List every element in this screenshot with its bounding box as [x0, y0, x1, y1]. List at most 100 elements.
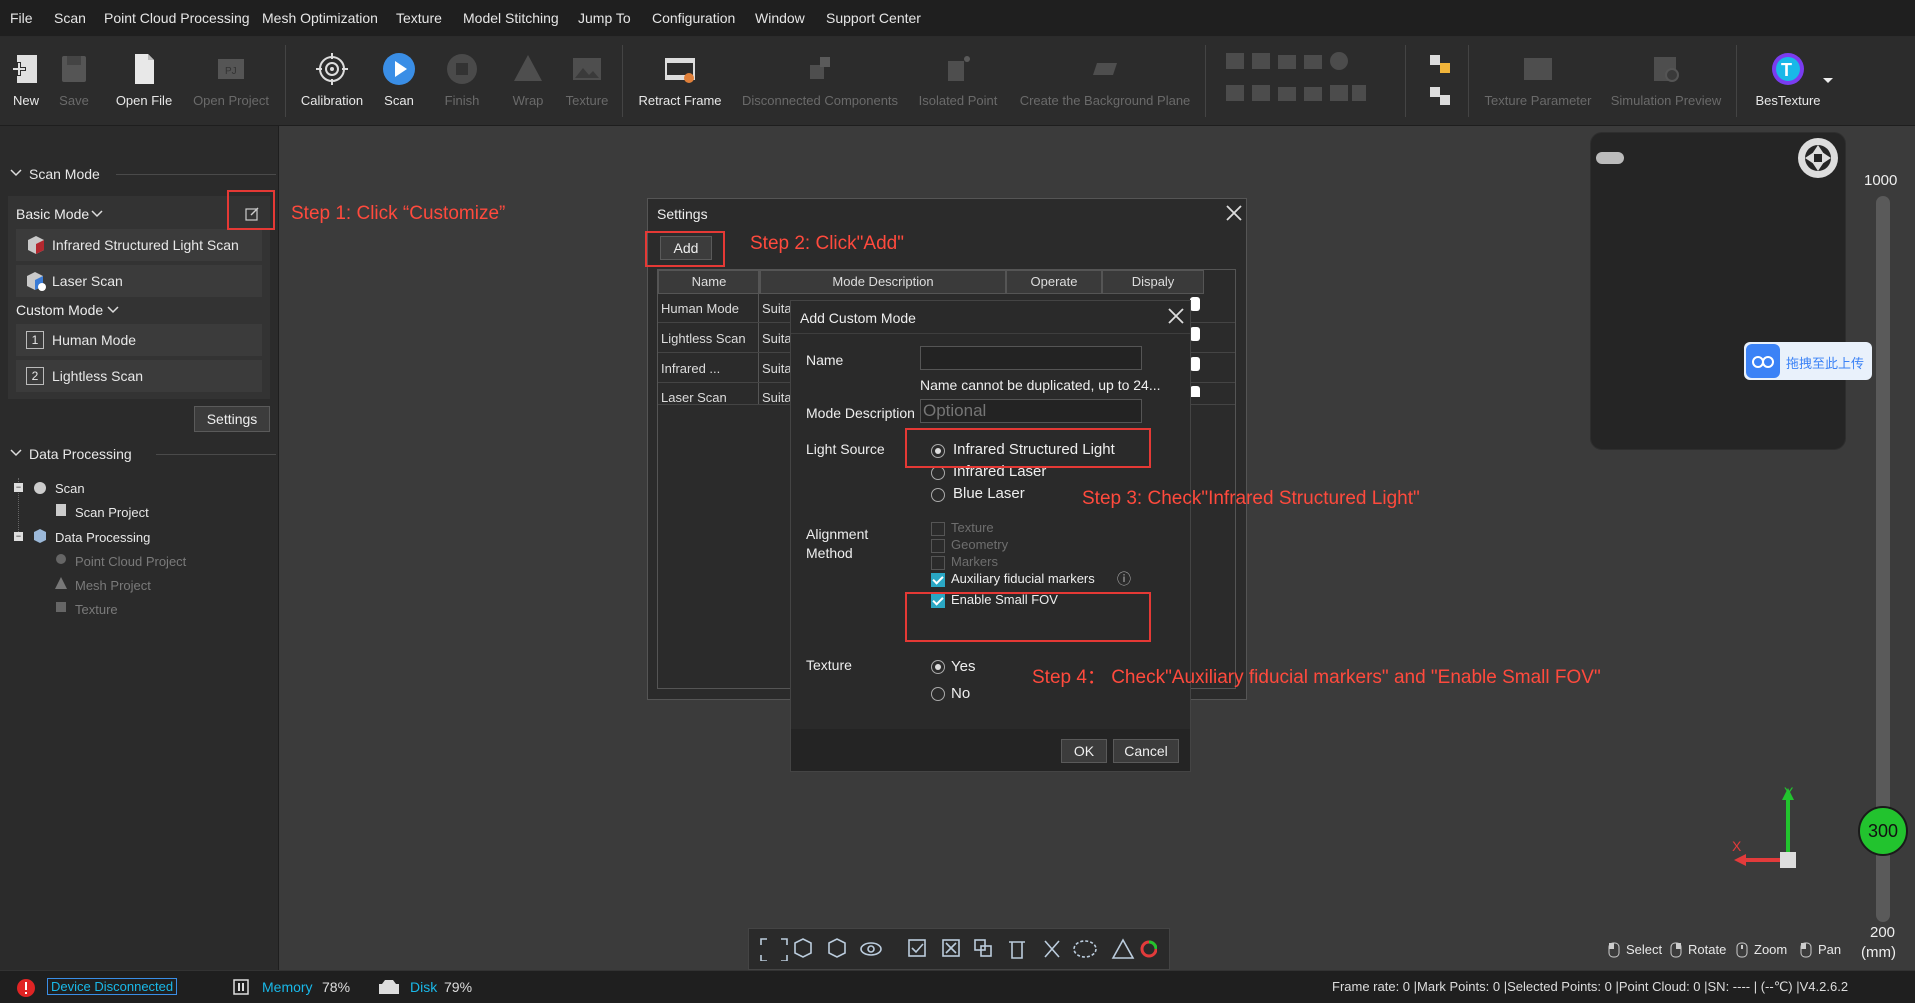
axis-x-label: X	[1732, 838, 1742, 854]
calibration-button[interactable]: Calibration	[296, 37, 368, 125]
ok-button[interactable]: OK	[1061, 739, 1107, 763]
calibration-label: Calibration	[300, 93, 364, 108]
simulation-preview-icon	[1654, 57, 1679, 82]
bestexture-label: BesTexture	[1755, 93, 1821, 108]
device-status-badge[interactable]: Device Disconnected	[47, 978, 178, 995]
checkbox-markers[interactable]	[931, 556, 945, 570]
custom-mode-item[interactable]: 2 Lightless Scan	[16, 360, 262, 392]
upload-drop-tag[interactable]: 拖拽至此上传	[1744, 342, 1872, 380]
finish-button[interactable]: Finish	[440, 37, 484, 125]
table-row-name[interactable]: Infrared ...	[661, 361, 720, 376]
light-option-label[interactable]: Blue Laser	[953, 485, 1025, 502]
new-button[interactable]: New	[4, 37, 48, 125]
mesh-icon	[55, 577, 67, 589]
menu-mesh-optimization[interactable]: Mesh Optimization	[262, 10, 378, 26]
distance-unit-label: (mm)	[1861, 944, 1896, 961]
chevron-down-icon[interactable]	[107, 305, 119, 315]
texture-parameter-button[interactable]: Texture Parameter	[1480, 37, 1596, 125]
disconnected-components-button[interactable]: Disconnected Components	[740, 37, 900, 125]
basic-mode-item[interactable]: Laser Scan	[16, 265, 262, 297]
info-icon[interactable]: ⓘ	[1117, 569, 1131, 589]
radio-texture-yes[interactable]	[931, 660, 945, 674]
simulation-preview-button[interactable]: Simulation Preview	[1608, 37, 1724, 125]
open-file-button[interactable]: Open File	[108, 37, 180, 125]
view-tools-icons[interactable]	[759, 937, 1157, 961]
basic-mode-item-label: Infrared Structured Light Scan	[52, 237, 239, 253]
chevron-down-icon[interactable]	[1822, 77, 1834, 85]
texture-icon	[56, 602, 66, 612]
radio-blue-laser[interactable]	[931, 488, 945, 502]
menu-model-stitching[interactable]: Model Stitching	[463, 10, 559, 26]
menu-scan[interactable]: Scan	[54, 10, 86, 26]
menu-jump-to[interactable]: Jump To	[578, 10, 631, 26]
texture-no-label[interactable]: No	[951, 685, 970, 702]
table-row-name[interactable]: Laser Scan	[661, 390, 727, 405]
close-icon[interactable]	[1167, 307, 1185, 325]
bestexture-button[interactable]: T BesTexture	[1744, 37, 1832, 125]
cancel-button[interactable]: Cancel	[1113, 739, 1179, 763]
chevron-down-icon[interactable]	[10, 448, 22, 458]
tree-item[interactable]: Data Processing	[55, 530, 150, 545]
preview-toggle[interactable]	[1596, 152, 1624, 164]
table-row-name[interactable]: Lightless Scan	[661, 331, 746, 346]
isolated-point-button[interactable]: Isolated Point	[912, 37, 1004, 125]
column-header-description[interactable]: Mode Description	[760, 270, 1006, 294]
tree-item[interactable]: Point Cloud Project	[75, 554, 186, 569]
alignment-option-label[interactable]: Auxiliary fiducial markers	[951, 571, 1095, 586]
marker-tools-icon[interactable]	[1428, 53, 1452, 111]
radio-texture-no[interactable]	[931, 687, 945, 701]
svg-text:PJ: PJ	[225, 66, 237, 77]
checkbox-auxiliary-fiducial-markers[interactable]	[931, 573, 945, 587]
basic-mode-item[interactable]: Infrared Structured Light Scan	[16, 229, 262, 261]
settings-button[interactable]: Settings	[194, 406, 270, 432]
tree-item[interactable]: Texture	[75, 602, 118, 617]
custom-mode-label[interactable]: Custom Mode	[16, 302, 103, 318]
save-button[interactable]: Save	[52, 37, 96, 125]
custom-mode-item[interactable]: 1 Human Mode	[16, 324, 262, 356]
mouse-hint-select: Select	[1626, 942, 1663, 957]
texture-button[interactable]: Texture	[562, 37, 612, 125]
alignment-label: Method	[806, 545, 853, 561]
create-background-plane-button[interactable]: Create the Background Plane	[1016, 37, 1194, 125]
tree-item[interactable]: Scan	[55, 481, 85, 496]
chevron-down-icon[interactable]	[91, 209, 103, 219]
tree-item[interactable]: Scan Project	[75, 505, 149, 520]
table-row-name[interactable]: Human Mode	[661, 301, 739, 316]
distance-slider-handle[interactable]: 300	[1858, 806, 1908, 856]
column-header-display[interactable]: Dispaly	[1102, 270, 1204, 294]
highlight-add	[645, 231, 725, 267]
column-header-operate[interactable]: Operate	[1006, 270, 1102, 294]
mode-description-field[interactable]	[920, 399, 1142, 423]
save-icon	[62, 56, 86, 82]
settings-dialog-title: Settings	[657, 206, 708, 222]
basic-mode-label[interactable]: Basic Mode	[16, 206, 89, 222]
texture-yes-label[interactable]: Yes	[951, 658, 975, 675]
menu-support-center[interactable]: Support Center	[826, 10, 921, 26]
radio-infrared-laser[interactable]	[931, 466, 945, 480]
retract-frame-button[interactable]: Retract Frame	[632, 37, 728, 125]
checkbox-texture[interactable]	[931, 522, 945, 536]
menu-texture[interactable]: Texture	[396, 10, 442, 26]
chevron-down-icon[interactable]	[10, 168, 22, 178]
tree-item[interactable]: Mesh Project	[75, 578, 151, 593]
collapse-icon[interactable]: −	[14, 532, 23, 541]
menu-file[interactable]: File	[10, 10, 33, 26]
menu-point-cloud-processing[interactable]: Point Cloud Processing	[104, 10, 250, 26]
mouse-hint-zoom: Zoom	[1754, 942, 1788, 957]
data-processing-title: Data Processing	[29, 446, 132, 462]
new-file-icon	[12, 55, 37, 83]
retract-frame-label: Retract Frame	[638, 93, 722, 108]
close-icon[interactable]	[1225, 204, 1243, 222]
collapse-icon[interactable]: −	[14, 483, 23, 492]
open-project-button[interactable]: PJ Open Project	[190, 37, 272, 125]
camera-shutter-icon[interactable]	[1796, 136, 1840, 180]
menu-window[interactable]: Window	[755, 10, 805, 26]
checkbox-geometry[interactable]	[931, 539, 945, 553]
menu-configuration[interactable]: Configuration	[652, 10, 735, 26]
stop-icon	[447, 54, 477, 84]
scan-button[interactable]: Scan	[375, 37, 423, 125]
selection-tools-icon-grid[interactable]	[1226, 51, 1366, 109]
wrap-button[interactable]: Wrap	[506, 37, 550, 125]
column-header-name[interactable]: Name	[658, 270, 760, 294]
name-field[interactable]	[920, 346, 1142, 370]
